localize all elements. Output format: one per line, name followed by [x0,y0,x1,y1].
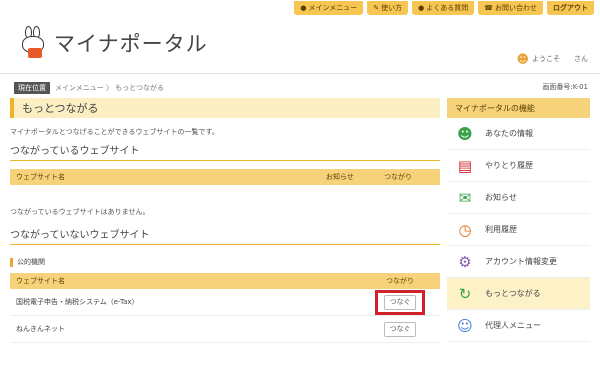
how-to-link[interactable]: ✎ 使い方 [367,1,409,15]
not-connected-section-title: つながっていないウェブサイト [10,226,440,245]
envelope-icon: ✉ [458,188,472,207]
sidebar-item-notices[interactable]: ✉ お知らせ [447,182,590,214]
breadcrumb: 現在位置 メインメニュー 〉 もっとつながる [14,82,164,94]
main-content: もっとつながる マイナポータルとつなげることができるウェブサイトの一覧です。 つ… [10,98,440,343]
table-row-nenkin: ねんきんネット つなぐ [10,316,440,343]
screen-number: 画面番号:K-01 [542,83,588,91]
logo[interactable]: マイナポータル [18,26,208,60]
arrow-icon: ● [418,4,425,12]
connected-section-title: つながっているウェブサイト [10,142,440,161]
website-name: 国税電子申告・納税システム（e-Tax） [16,298,139,306]
column-website-name: ウェブサイト名 [16,277,65,285]
top-utility-bar: ● メインメニュー ✎ 使い方 ● よくある質問 ☎ お問い合わせ ログアウト [294,0,600,16]
logout-button[interactable]: ログアウト [547,1,594,15]
not-connected-table-header: ウェブサイト名 つながり [10,273,440,289]
clock-icon: ◷ [458,220,472,239]
gear-icon: ⚙ [458,252,472,271]
highlight-box: つなぐ [375,289,425,315]
sidebar-title: マイナポータルの機能 [447,98,590,118]
main-menu-link[interactable]: ● メインメニュー [294,1,364,15]
sidebar-item-exchange-history[interactable]: ▤ やりとり履歴 [447,150,590,182]
connected-empty-message: つながっているウェブサイトはありません。 [10,208,150,216]
connect-button-etax[interactable]: つなぐ [384,294,416,310]
contact-link[interactable]: ☎ お問い合わせ [478,1,543,15]
arrow-icon: ● [300,4,307,12]
pencil-icon: ✎ [373,4,380,12]
column-connection: つながり [386,277,414,285]
website-name: ねんきんネット [16,325,65,333]
connected-table-header: ウェブサイト名 お知らせ つながり [10,169,440,185]
sidebar-item-more-connections[interactable]: ↻ もっとつながる [447,278,590,310]
sidebar: マイナポータルの機能 ☻ あなたの情報 ▤ やりとり履歴 ✉ お知らせ ◷ 利用… [447,98,590,342]
page-title: もっとつながる [10,98,440,118]
breadcrumb-path[interactable]: メインメニュー 〉 もっとつながる [55,83,164,93]
people-icon: ☻ [457,124,473,143]
rabbit-logo-icon [18,26,48,60]
column-website-name: ウェブサイト名 [16,173,65,181]
header: マイナポータル ☻ ようこそ さん [0,16,600,74]
sidebar-item-usage-history[interactable]: ◷ 利用履歴 [447,214,590,246]
sidebar-item-agent-menu[interactable]: ☺ 代理人メニュー [447,310,590,342]
current-location-tag: 現在位置 [14,82,50,94]
welcome-text: ようこそ [532,55,560,63]
sidebar-item-your-info[interactable]: ☻ あなたの情報 [447,118,590,150]
category-public-institutions: 公的機関 [10,257,440,267]
faq-link[interactable]: ● よくある質問 [412,1,475,15]
welcome-area: ☻ ようこそ さん [516,52,588,66]
phone-icon: ☎ [484,4,493,12]
user-icon: ☻ [516,52,529,66]
user-name-suffix: さん [574,55,588,63]
connect-button-nenkin[interactable]: つなぐ [384,321,416,337]
people-icon: ☺ [457,316,473,335]
document-icon: ▤ [457,156,473,175]
logo-text: マイナポータル [54,32,208,56]
table-row-etax: 国税電子申告・納税システム（e-Tax） つなぐ [10,289,440,316]
column-notice: お知らせ [326,173,354,181]
link-icon: ↻ [458,284,472,303]
sidebar-item-account-settings[interactable]: ⚙ アカウント情報変更 [447,246,590,278]
page-description: マイナポータルとつなげることができるウェブサイトの一覧です。 [10,128,219,136]
column-connection: つながり [384,173,412,181]
